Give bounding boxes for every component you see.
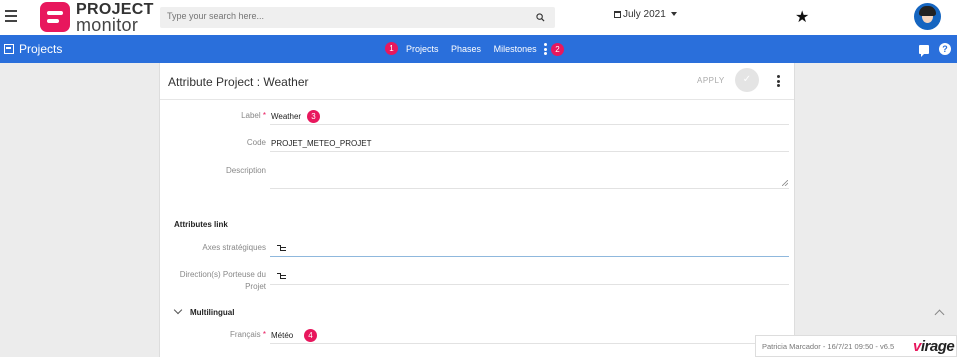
label-field-value[interactable]: Weather	[271, 112, 301, 121]
textarea-resize-icon[interactable]	[782, 180, 788, 186]
footer-text: Patricia Marcador - 16/7/21 09:50 - v6.5	[762, 342, 895, 351]
search-icon[interactable]	[536, 13, 545, 22]
more-options-icon[interactable]	[544, 43, 547, 55]
annotation-badge-4: 4	[304, 329, 317, 342]
virage-logo: virage	[913, 338, 955, 355]
calendar-icon	[614, 11, 621, 18]
top-bar: PROJECT monitor July 2021 ★	[0, 0, 957, 35]
collapse-chevron-icon[interactable]	[173, 305, 183, 315]
nav-tabs: Projects Phases Milestones	[406, 44, 547, 54]
user-avatar[interactable]	[914, 3, 941, 30]
dropdown-arrow-icon	[670, 12, 677, 16]
help-icon[interactable]: ?	[939, 43, 951, 55]
date-label: July 2021	[623, 9, 666, 20]
francais-field-label: Français *	[229, 330, 266, 339]
multilingual-heading[interactable]: Multilingual	[190, 308, 234, 317]
footer-status: Patricia Marcador - 16/7/21 09:50 - v6.5…	[755, 335, 957, 357]
label-field-underline	[270, 124, 789, 125]
card-header: Attribute Project : Weather APPLY ✓	[160, 63, 794, 100]
date-selector[interactable]: July 2021	[614, 9, 677, 20]
direction-field-label: Direction(s) Porteuse du Projet	[179, 270, 266, 291]
francais-field-underline	[270, 343, 789, 344]
tree-picker-icon[interactable]	[277, 273, 286, 280]
favorite-star-icon[interactable]: ★	[795, 7, 809, 27]
tab-phases[interactable]: Phases	[451, 44, 481, 54]
francais-field-value[interactable]: Météo	[271, 331, 293, 340]
logo-icon	[40, 2, 70, 32]
search-bar[interactable]	[160, 7, 555, 28]
tab-milestones[interactable]: Milestones	[494, 44, 537, 54]
code-field-value[interactable]: PROJET_METEO_PROJET	[271, 139, 371, 148]
attributes-link-heading: Attributes link	[174, 220, 228, 229]
projects-icon	[4, 44, 14, 54]
description-field-underline	[270, 188, 789, 189]
annotation-badge-1: 1	[385, 42, 398, 55]
annotation-badge-3: 3	[307, 110, 320, 123]
chat-icon[interactable]	[919, 45, 929, 57]
logo-text-monitor: monitor	[76, 15, 139, 35]
nav-bar: Projects 1 Projects Phases Milestones 2 …	[0, 35, 957, 63]
description-field-label: Description	[225, 166, 266, 175]
axes-field-label: Axes stratégiques	[202, 243, 266, 252]
code-field-label: Code	[246, 138, 266, 147]
axes-field-underline	[270, 256, 789, 257]
direction-field-underline	[270, 284, 789, 285]
code-field-underline	[270, 151, 789, 152]
card-more-options-icon[interactable]	[777, 75, 780, 87]
annotation-badge-2: 2	[551, 43, 564, 56]
page-title: Projects	[19, 42, 63, 56]
label-field-label: Label *	[241, 111, 266, 120]
attribute-project-card: Attribute Project : Weather APPLY ✓ Labe…	[159, 63, 795, 357]
card-title: Attribute Project : Weather	[168, 75, 309, 89]
tree-picker-icon[interactable]	[277, 245, 286, 252]
search-input[interactable]	[167, 11, 507, 21]
menu-icon[interactable]	[5, 10, 17, 22]
apply-button[interactable]: APPLY	[697, 76, 725, 85]
scroll-to-top-icon[interactable]	[934, 309, 945, 320]
tab-projects[interactable]: Projects	[406, 44, 439, 54]
confirm-check-button[interactable]: ✓	[735, 68, 759, 92]
